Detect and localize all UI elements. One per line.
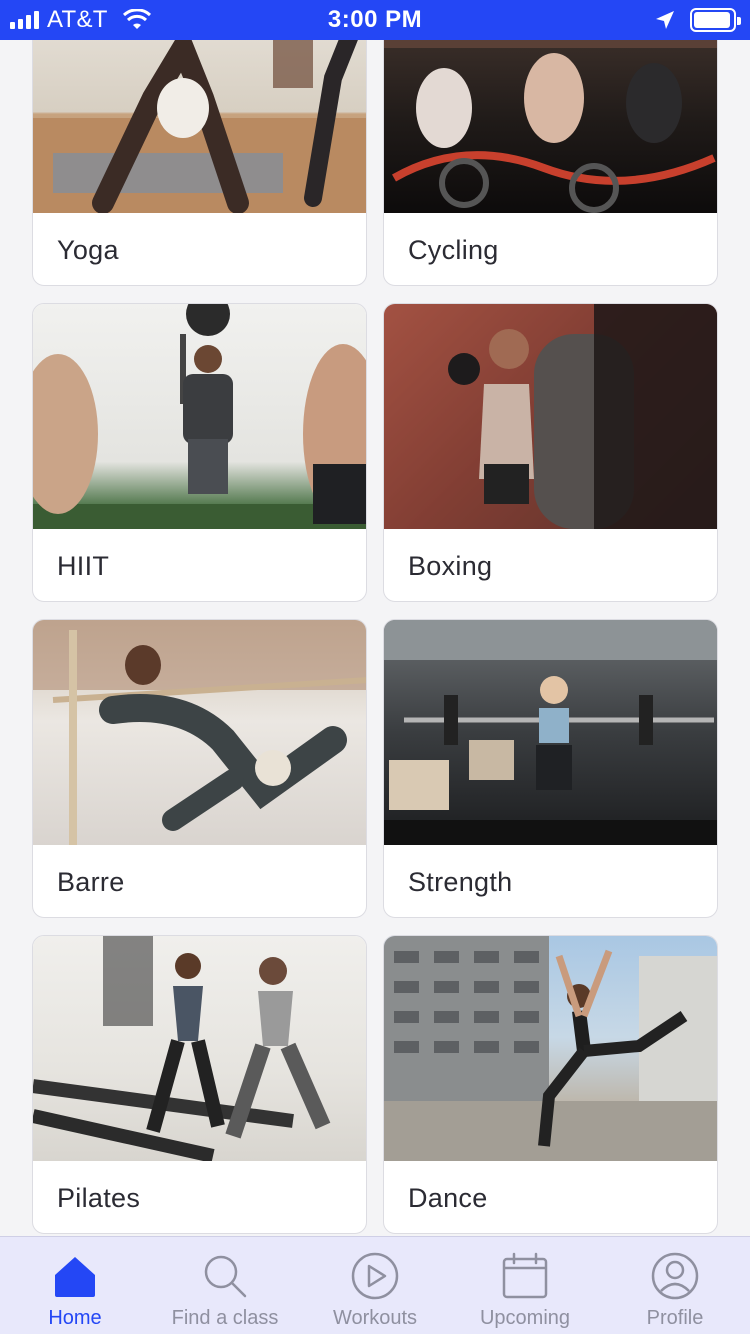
calendar-icon	[502, 1252, 548, 1299]
location-arrow-icon	[656, 11, 674, 29]
dance-photo	[384, 936, 717, 1161]
tab-profile[interactable]: Profile	[600, 1237, 750, 1334]
category-card-cycling[interactable]: Cycling	[383, 40, 718, 286]
category-label: Yoga	[57, 235, 119, 265]
category-grid: Yoga Cycling HIIT Boxing Barre Strength …	[0, 40, 750, 1236]
home-icon	[55, 1257, 95, 1297]
category-card-hiit[interactable]: HIIT	[32, 303, 367, 602]
play-icon	[351, 1252, 399, 1300]
category-card-strength[interactable]: Strength	[383, 619, 718, 918]
tab-label: Profile	[646, 1307, 704, 1329]
category-label: Dance	[408, 1183, 488, 1213]
status-time: 3:00 PM	[327, 6, 423, 33]
bottom-tab-bar: Home Find a class Workouts Upcoming Prof…	[0, 1236, 750, 1334]
tab-find-a-class[interactable]: Find a class	[150, 1237, 300, 1334]
category-label: Strength	[408, 867, 513, 897]
tab-label: Home	[48, 1307, 102, 1329]
search-icon	[204, 1255, 247, 1298]
tab-label: Find a class	[171, 1307, 279, 1329]
category-label: Barre	[57, 867, 125, 897]
tab-label: Upcoming	[479, 1307, 571, 1329]
category-label: Boxing	[408, 551, 493, 581]
category-card-yoga[interactable]: Yoga	[32, 40, 367, 286]
category-card-pilates[interactable]: Pilates	[32, 935, 367, 1234]
category-card-boxing[interactable]: Boxing	[383, 303, 718, 602]
category-label: Cycling	[408, 235, 499, 265]
category-card-dance[interactable]: Dance	[383, 935, 718, 1234]
hiit-photo	[33, 304, 366, 529]
profile-icon	[651, 1252, 699, 1300]
tab-label: Workouts	[332, 1307, 418, 1329]
battery-icon	[690, 8, 741, 32]
pilates-photo	[33, 936, 366, 1161]
category-card-barre[interactable]: Barre	[32, 619, 367, 918]
tab-upcoming[interactable]: Upcoming	[450, 1237, 600, 1334]
barre-photo	[33, 620, 366, 845]
status-bar: AT&T 3:00 PM	[0, 0, 750, 40]
boxing-photo	[384, 304, 717, 529]
category-label: HIIT	[57, 551, 110, 581]
category-label: Pilates	[57, 1183, 141, 1213]
tab-home[interactable]: Home	[0, 1237, 150, 1334]
strength-photo	[384, 620, 717, 845]
tab-workouts[interactable]: Workouts	[300, 1237, 450, 1334]
yoga-photo	[33, 40, 366, 213]
cycling-photo	[384, 40, 717, 213]
